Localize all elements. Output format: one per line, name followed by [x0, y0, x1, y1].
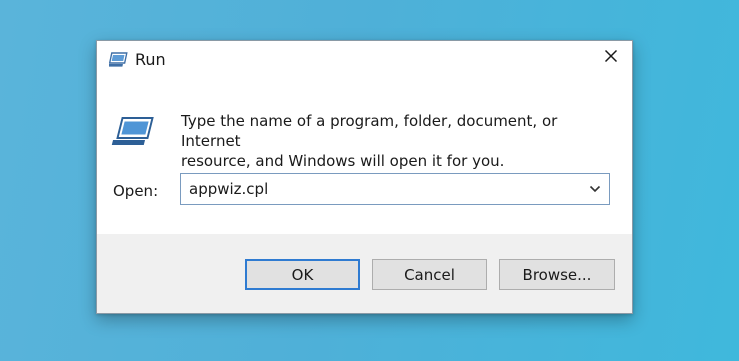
run-icon [111, 116, 157, 148]
button-bar: OK Cancel Browse... [97, 234, 632, 313]
run-dialog: Run Type the name of a program, folder, … [96, 40, 633, 314]
chevron-down-icon[interactable] [585, 178, 605, 200]
window-title: Run [135, 50, 166, 69]
instruction-text: Type the name of a program, folder, docu… [181, 111, 621, 171]
open-combobox[interactable]: appwiz.cpl [180, 173, 610, 205]
instruction-line-2: resource, and Windows will open it for y… [181, 152, 505, 170]
open-input[interactable]: appwiz.cpl [189, 180, 268, 198]
ok-button[interactable]: OK [245, 259, 360, 290]
title-bar[interactable]: Run [97, 41, 632, 79]
instruction-line-1: Type the name of a program, folder, docu… [181, 112, 558, 150]
open-label: Open: [113, 182, 159, 200]
browse-button[interactable]: Browse... [499, 259, 615, 290]
dialog-body: Type the name of a program, folder, docu… [97, 79, 632, 234]
cancel-button[interactable]: Cancel [372, 259, 487, 290]
close-icon[interactable] [594, 43, 628, 69]
run-icon [106, 52, 129, 68]
desktop-background: Run Type the name of a program, folder, … [0, 0, 739, 361]
